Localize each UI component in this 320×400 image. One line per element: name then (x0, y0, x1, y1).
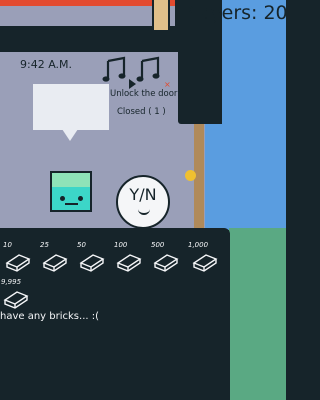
brick-icon (192, 254, 218, 272)
robot-eye-left (60, 196, 65, 201)
brick-icon (153, 254, 179, 272)
robot-character[interactable] (50, 171, 92, 212)
speech-bubble-tail (62, 129, 78, 141)
game-stage: Players: 20 9:42 A.M. × Unlock the door … (0, 0, 286, 400)
tan-block (152, 0, 170, 32)
brick-icon (79, 254, 105, 272)
close-icon[interactable]: × (164, 80, 171, 89)
brick-icon (116, 254, 142, 272)
brick-icon (3, 291, 29, 309)
no-bricks-message: have any bricks... :( (0, 311, 99, 322)
player-avatar[interactable]: Y/N (116, 175, 170, 229)
robot-mouth (65, 203, 78, 205)
avatar-text: Y/N (129, 185, 157, 204)
grass-background (229, 228, 286, 400)
unlock-door-label[interactable]: Unlock the door (110, 89, 177, 99)
brick-icon (42, 254, 68, 272)
top-red-strip (0, 0, 175, 6)
speech-bubble (33, 84, 109, 130)
brick-icon (5, 254, 31, 272)
robot-eye-right (78, 196, 83, 201)
clock-time: 9:42 A.M. (20, 58, 73, 71)
play-icon[interactable] (129, 79, 136, 89)
top-wall-inner (0, 6, 175, 26)
door-status: Closed ( 1 ) (117, 107, 166, 117)
avatar-smile (138, 207, 150, 215)
players-count: Players: 20 (182, 2, 286, 24)
robot-head-top (52, 173, 90, 187)
room-top-line (0, 48, 180, 52)
door-knob[interactable] (185, 170, 196, 181)
